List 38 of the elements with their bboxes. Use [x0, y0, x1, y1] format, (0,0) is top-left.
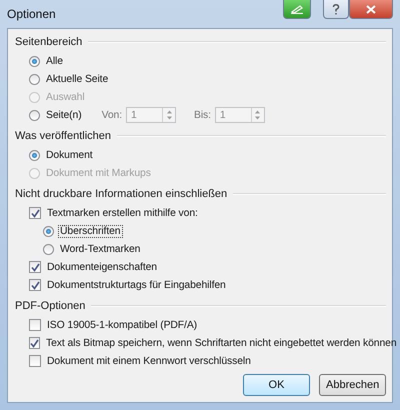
section-heading: Nicht druckbare Informationen einschließen: [15, 188, 228, 200]
option-label[interactable]: Word-Textmarken: [58, 242, 142, 256]
dialog-button[interactable]: Abbrechen: [319, 374, 386, 396]
option-label[interactable]: Dokument: [44, 148, 95, 162]
option-label[interactable]: Textmarken erstellen mithilfe von:: [45, 206, 200, 220]
option-label[interactable]: Alle: [44, 54, 65, 68]
radio-button[interactable]: [29, 74, 40, 84]
help-icon: [332, 4, 340, 14]
checkbox[interactable]: [29, 279, 41, 291]
checkbox[interactable]: [29, 261, 41, 273]
checkbox[interactable]: [29, 337, 40, 349]
radio-button[interactable]: [29, 150, 40, 160]
option-label[interactable]: Überschriften: [58, 224, 122, 238]
radio-button[interactable]: [43, 226, 54, 236]
option-label[interactable]: Seite(n): [44, 108, 84, 122]
radio-button[interactable]: [29, 110, 40, 120]
option-label[interactable]: ISO 19005-1-kompatibel (PDF/A): [45, 318, 200, 332]
field-label: Bis:: [194, 110, 211, 120]
dialog-button[interactable]: OK: [243, 374, 310, 396]
option-label[interactable]: Text als Bitmap speichern, wenn Schriftarten nicht eingebettet werden können: [44, 336, 399, 350]
radio-button[interactable]: [29, 56, 40, 66]
pen-icon[interactable]: [283, 0, 311, 19]
checkbox[interactable]: [29, 355, 41, 367]
section-heading: Was veröffentlichen: [15, 130, 111, 142]
field-label: Von:: [102, 110, 122, 120]
help-button[interactable]: [323, 0, 349, 19]
option-label[interactable]: Aktuelle Seite: [44, 72, 110, 86]
radio-button[interactable]: [43, 244, 54, 254]
option-label[interactable]: Dokumentstrukturtags für Eingabehilfen: [45, 278, 228, 292]
close-button[interactable]: [349, 0, 393, 19]
section-heading: Seitenbereich: [15, 36, 82, 48]
close-icon: [366, 4, 376, 14]
option-label[interactable]: Dokumenteigenschaften: [45, 260, 159, 274]
section-heading: PDF-Optionen: [15, 300, 86, 312]
checkbox[interactable]: [29, 207, 41, 219]
window-title: Optionen: [7, 7, 56, 21]
option-label[interactable]: Dokument mit einem Kennwort verschlüsseln: [45, 354, 253, 368]
checkbox[interactable]: [29, 319, 41, 331]
